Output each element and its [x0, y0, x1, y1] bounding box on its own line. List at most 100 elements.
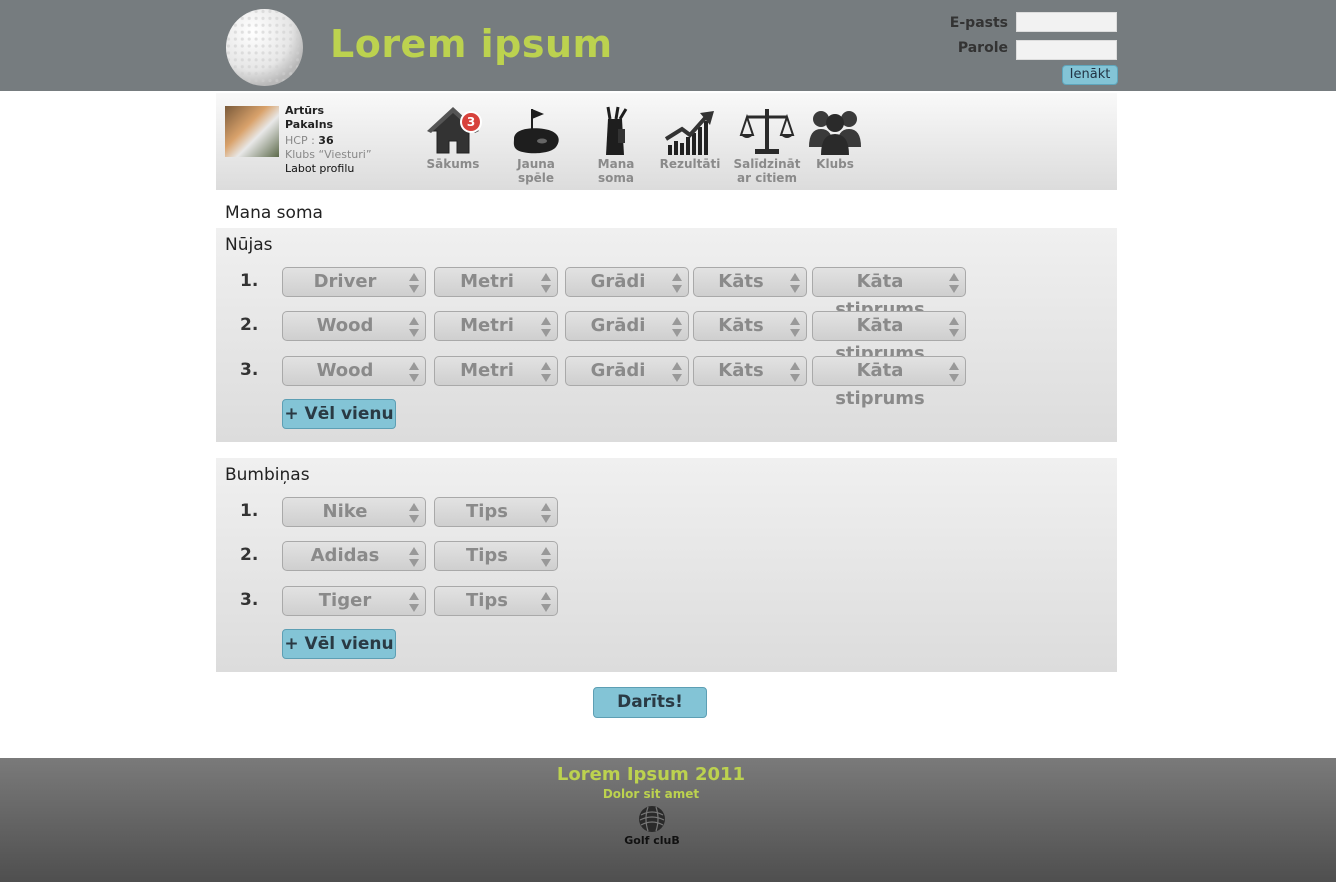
- select-arrows-icon: [541, 547, 551, 567]
- select-arrows-icon: [672, 317, 682, 337]
- nav-item-new-game[interactable]: Jauna spēle: [499, 105, 573, 185]
- row-number: 2.: [240, 545, 259, 565]
- nav-item-compare[interactable]: Salīdzināt ar citiem: [730, 105, 804, 185]
- shaft-flex-select[interactable]: Kāta stiprums: [812, 267, 966, 320]
- shaft-select[interactable]: Kāts: [693, 356, 807, 386]
- nav-item-home[interactable]: 3 Sākums: [416, 105, 490, 171]
- footer-logo-text: Golf cluB: [624, 834, 680, 847]
- golf-hole-icon: [513, 109, 559, 154]
- club-type-select[interactable]: Wood: [282, 356, 426, 386]
- select-value: Kāts: [718, 360, 764, 381]
- club-type-select[interactable]: Wood: [282, 311, 426, 341]
- add-ball-button[interactable]: + Vēl vienu: [282, 629, 396, 659]
- header-bar: Lorem ipsum E-pasts Parole Ienākt: [0, 0, 1336, 91]
- select-arrows-icon: [541, 592, 551, 612]
- degrees-select[interactable]: Grādi: [565, 311, 689, 341]
- profile-first-name: Artūrs: [285, 104, 324, 117]
- hcp-label: HCP :: [285, 134, 315, 147]
- scales-icon: [739, 109, 795, 154]
- select-value: Grādi: [590, 271, 646, 292]
- done-button[interactable]: Darīts!: [593, 687, 707, 718]
- select-arrows-icon: [541, 362, 551, 382]
- profile-club: Klubs “Viesturi”: [285, 148, 372, 161]
- edit-profile-link[interactable]: Labot profilu: [285, 162, 354, 175]
- select-value: Tips: [465, 590, 509, 611]
- nav-label-my-bag: Mana soma: [597, 157, 635, 185]
- ball-brand-select[interactable]: Adidas: [282, 541, 426, 571]
- meters-select[interactable]: Metri: [434, 311, 558, 341]
- select-value: Driver: [313, 271, 377, 292]
- select-value: Metri: [460, 271, 514, 292]
- profile-last-name: Pakalns: [285, 118, 334, 131]
- shaft-select[interactable]: Kāts: [693, 311, 807, 341]
- ball-brand-select[interactable]: Tiger: [282, 586, 426, 616]
- nav-item-my-bag[interactable]: Mana soma: [579, 105, 653, 185]
- shaft-flex-select[interactable]: Kāta stiprums: [812, 356, 966, 409]
- meters-select[interactable]: Metri: [434, 356, 558, 386]
- row-number: 2.: [240, 315, 259, 335]
- select-arrows-icon: [790, 273, 800, 293]
- degrees-select[interactable]: Grādi: [565, 267, 689, 297]
- meters-select[interactable]: Metri: [434, 267, 558, 297]
- select-value: Kāta stiprums: [835, 360, 925, 409]
- select-arrows-icon: [790, 362, 800, 382]
- select-value: Wood: [316, 315, 374, 336]
- nav-label-new-game: Jauna spēle: [517, 157, 555, 185]
- clubs-section-title: Nūjas: [225, 235, 273, 255]
- site-title: Lorem ipsum: [330, 22, 613, 66]
- degrees-select[interactable]: Grādi: [565, 356, 689, 386]
- golf-ball-logo-icon: [225, 8, 304, 87]
- select-value: Tips: [465, 501, 509, 522]
- ball-type-select[interactable]: Tips: [434, 586, 558, 616]
- row-number: 3.: [240, 360, 259, 380]
- select-arrows-icon: [409, 362, 419, 382]
- select-arrows-icon: [949, 317, 959, 337]
- select-arrows-icon: [672, 273, 682, 293]
- add-club-button[interactable]: + Vēl vienu: [282, 399, 396, 429]
- select-arrows-icon: [541, 503, 551, 523]
- golf-bag-icon: [606, 106, 628, 155]
- ball-type-select[interactable]: Tips: [434, 497, 558, 527]
- profile-hcp: HCP : 36: [285, 134, 334, 147]
- select-value: Grādi: [590, 360, 646, 381]
- select-arrows-icon: [409, 273, 419, 293]
- password-field[interactable]: [1016, 40, 1117, 60]
- clubs-section: Nūjas 1. Driver Metri Grādi Kāts Kāta st…: [216, 228, 1117, 442]
- select-value: Tips: [465, 545, 509, 566]
- select-value: Kāts: [718, 315, 764, 336]
- select-arrows-icon: [541, 317, 551, 337]
- chart-icon: [664, 111, 714, 155]
- email-field[interactable]: [1016, 12, 1117, 32]
- select-value: Kāts: [718, 271, 764, 292]
- nav-item-results[interactable]: Rezultāti: [653, 105, 727, 171]
- page-title: Mana soma: [225, 203, 323, 223]
- footer-subtitle: Dolor sit amet: [602, 787, 700, 801]
- select-arrows-icon: [541, 273, 551, 293]
- nav-item-club[interactable]: Klubs: [798, 105, 872, 171]
- login-button[interactable]: Ienākt: [1062, 65, 1118, 85]
- select-arrows-icon: [409, 547, 419, 567]
- select-value: Tiger: [318, 590, 372, 611]
- row-number: 3.: [240, 590, 259, 610]
- nav-label-compare-1: Salīdzināt: [733, 157, 801, 171]
- select-arrows-icon: [409, 503, 419, 523]
- nav-label-results: Rezultāti: [659, 157, 721, 171]
- nav-label-compare-2: ar citiem: [737, 171, 797, 185]
- shaft-select[interactable]: Kāts: [693, 267, 807, 297]
- select-arrows-icon: [949, 362, 959, 382]
- select-value: Grādi: [590, 315, 646, 336]
- select-value: Wood: [316, 360, 374, 381]
- row-number: 1.: [240, 271, 259, 291]
- select-arrows-icon: [672, 362, 682, 382]
- ball-type-select[interactable]: Tips: [434, 541, 558, 571]
- select-arrows-icon: [409, 317, 419, 337]
- nav-label-home: Sākums: [426, 157, 480, 171]
- club-type-select[interactable]: Driver: [282, 267, 426, 297]
- select-arrows-icon: [790, 317, 800, 337]
- select-value: Adidas: [310, 545, 380, 566]
- avatar[interactable]: [225, 106, 279, 157]
- nav-label-club: Klubs: [816, 157, 854, 171]
- shaft-flex-select[interactable]: Kāta stiprums: [812, 311, 966, 364]
- ball-brand-select[interactable]: Nike: [282, 497, 426, 527]
- hcp-value: 36: [318, 134, 334, 147]
